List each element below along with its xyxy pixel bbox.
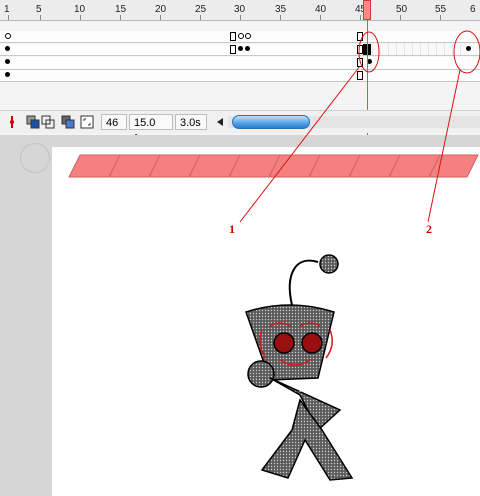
layer-frames-row[interactable]: [0, 57, 480, 70]
annotation-label-1: 1: [229, 222, 235, 236]
stage-canvas[interactable]: [52, 147, 480, 496]
layer-frames-row[interactable]: [0, 44, 480, 56]
ruler-number: 40: [315, 4, 327, 15]
ruler-number: 5: [36, 4, 42, 15]
stage-area: [0, 135, 480, 496]
end-frame-marker[interactable]: [230, 45, 236, 54]
keyframe[interactable]: [466, 46, 471, 51]
keyframe[interactable]: [5, 46, 10, 51]
scroll-left-icon[interactable]: [215, 116, 225, 128]
end-frame-marker[interactable]: [357, 71, 363, 80]
frame-ruler[interactable]: 1 5 10 15 20 25 30 35 40 45 50 55 6: [0, 0, 480, 21]
edit-multiple-frames-icon[interactable]: [61, 115, 75, 129]
blank-keyframe[interactable]: [5, 33, 11, 39]
onion-skin-outlines-icon[interactable]: [41, 115, 55, 129]
keyframe[interactable]: [5, 72, 10, 77]
frame-span[interactable]: [372, 44, 464, 55]
ruler-number: 25: [195, 4, 207, 15]
ruler-number: 55: [435, 4, 447, 15]
onion-skin-icon[interactable]: [26, 115, 40, 129]
keyframe[interactable]: [5, 59, 10, 64]
keyframe[interactable]: [238, 46, 243, 51]
ruler-number: 50: [396, 4, 408, 15]
ruler-number: 10: [74, 4, 86, 15]
blank-keyframe[interactable]: [238, 33, 244, 39]
annotation-label-2: 2: [426, 222, 432, 236]
modify-onion-markers-icon[interactable]: [80, 115, 94, 129]
ruler-number: 1: [4, 4, 10, 15]
layer-frames-row[interactable]: [0, 70, 480, 82]
add-motion-guide-icon[interactable]: [5, 115, 19, 129]
current-frame-field[interactable]: 46: [101, 114, 127, 130]
ruler-number: 6: [470, 4, 476, 15]
blank-keyframe[interactable]: [245, 33, 251, 39]
frame-rate-field[interactable]: 15.0 fps: [129, 114, 173, 145]
registration-mark-icon: [20, 143, 50, 173]
timeline-panel: 1 5 10 15 20 25 30 35 40 45 50 55 6 46 1…: [0, 0, 480, 145]
end-frame-marker[interactable]: [357, 32, 363, 41]
timeline-toolbar: 46 15.0 fps 3.0s: [0, 110, 480, 145]
keyframe[interactable]: [245, 46, 250, 51]
end-frame-marker[interactable]: [357, 58, 363, 67]
ruler-number: 15: [115, 4, 127, 15]
elapsed-time-field: 3.0s: [175, 114, 207, 130]
layer-frames-row[interactable]: [0, 31, 480, 43]
scrollbar-thumb[interactable]: [232, 115, 310, 129]
playhead[interactable]: [363, 0, 371, 20]
end-frame-marker[interactable]: [230, 32, 236, 41]
ruler-number: 20: [155, 4, 167, 15]
ruler-number: 30: [234, 4, 246, 15]
ruler-number: 35: [275, 4, 287, 15]
